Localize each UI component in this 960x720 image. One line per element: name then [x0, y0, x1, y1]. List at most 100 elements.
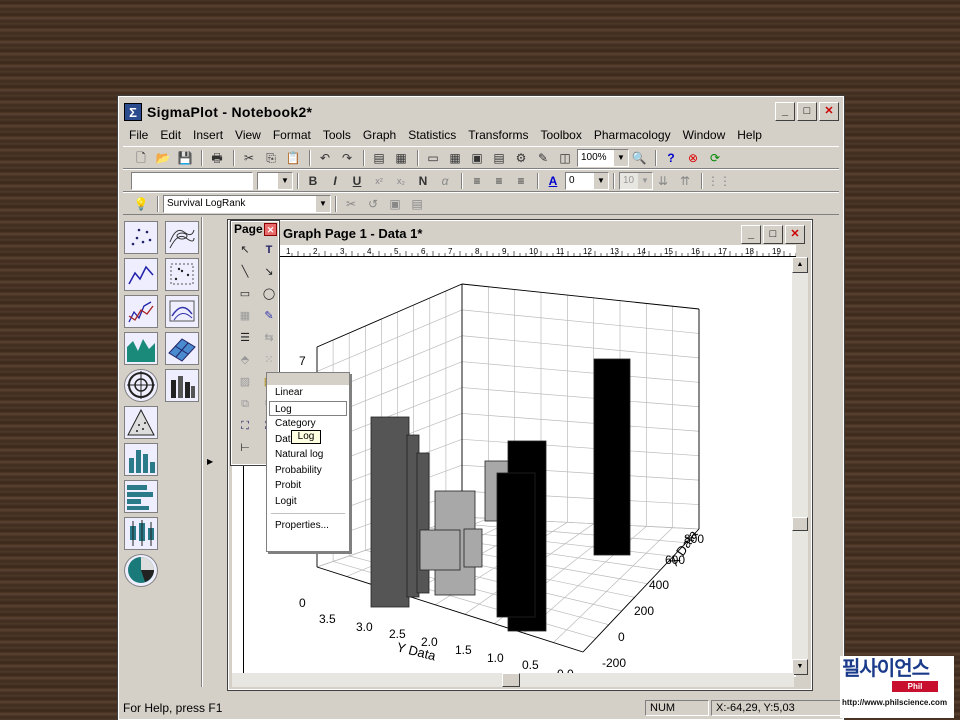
menu-item-natural-log[interactable]: Natural log — [267, 447, 349, 463]
subscript-icon[interactable]: x₂ — [391, 172, 411, 190]
menu-transforms[interactable]: Transforms — [462, 128, 534, 142]
horizontal-bar-icon[interactable] — [124, 480, 158, 513]
options-icon[interactable]: ▣ — [385, 195, 405, 213]
bulb-icon[interactable]: 💡 — [131, 195, 151, 213]
doc-minimize-button[interactable]: _ — [741, 225, 761, 244]
hatch-tool-icon[interactable]: ▨ — [234, 372, 256, 392]
align-tool-icon[interactable]: ⇆ — [258, 328, 280, 348]
maximize-button[interactable]: □ — [797, 102, 817, 121]
menu-window[interactable]: Window — [677, 128, 732, 142]
polar-plot-icon[interactable] — [124, 369, 158, 402]
chart-bars[interactable] — [370, 358, 631, 632]
scroll-down-icon[interactable]: ▼ — [792, 659, 808, 675]
text-tool-icon[interactable]: T — [258, 240, 280, 260]
bold-icon[interactable]: B — [303, 172, 323, 190]
stats-icon[interactable]: ▤ — [489, 149, 509, 167]
chevron-down-icon[interactable]: ▼ — [638, 172, 652, 189]
zoom-icon[interactable]: 🔍 — [629, 149, 649, 167]
ternary-plot-icon[interactable] — [124, 406, 158, 439]
grid-tool-icon[interactable]: ▦ — [234, 306, 256, 326]
layout-icon[interactable]: ◫ — [555, 149, 575, 167]
horizontal-scrollbar[interactable] — [232, 673, 794, 687]
graph-page-icon[interactable]: ▭ — [423, 149, 443, 167]
scissors-icon[interactable]: ✂ — [341, 195, 361, 213]
pie-chart-icon[interactable] — [124, 554, 158, 587]
line-style-icon[interactable]: ☰ — [234, 328, 256, 348]
undo-icon[interactable]: ↶ — [315, 149, 335, 167]
doc-close-button[interactable]: ✕ — [785, 225, 805, 244]
layer-tool-icon[interactable]: ⧉ — [234, 394, 256, 414]
chevron-down-icon[interactable]: ▼ — [278, 172, 292, 189]
menu-toolbox[interactable]: Toolbox — [534, 128, 587, 142]
text-color-icon[interactable]: A — [543, 172, 563, 190]
box-plot-icon[interactable] — [124, 517, 158, 550]
table-icon[interactable]: ▦ — [445, 149, 465, 167]
print-icon[interactable]: 🖶 — [207, 149, 227, 167]
chevron-right-icon[interactable]: ▶ — [207, 457, 213, 466]
superscript-icon[interactable]: x² — [369, 172, 389, 190]
menu-item-probit[interactable]: Probit — [267, 478, 349, 494]
line-plot-icon[interactable] — [124, 258, 158, 291]
resize-tool-icon[interactable]: ⛶ — [234, 416, 256, 436]
new-icon[interactable]: 🗋 — [131, 149, 151, 167]
vertical-scrollbar[interactable]: ▲ ▼ — [792, 257, 808, 675]
scroll-up-icon[interactable]: ▲ — [792, 257, 808, 273]
stop-icon[interactable]: ⊗ — [683, 149, 703, 167]
pen-tool-icon[interactable]: ✎ — [258, 306, 280, 326]
menu-item-linear[interactable]: Linear — [267, 385, 349, 401]
paste-icon[interactable]: 📋 — [283, 149, 303, 167]
menu-statistics[interactable]: Statistics — [402, 128, 462, 142]
pointer-icon[interactable]: ↖ — [234, 240, 256, 260]
scroll-thumb[interactable] — [792, 517, 808, 531]
hscroll-thumb[interactable] — [502, 673, 520, 687]
chevron-down-icon[interactable]: ▼ — [614, 149, 628, 166]
underline-icon[interactable]: U — [347, 172, 367, 190]
dist-icon[interactable]: ⇊ — [653, 172, 673, 190]
line-width-combo[interactable]: 0 ▼ — [565, 171, 609, 190]
doc-maximize-button[interactable]: □ — [763, 225, 783, 244]
transform-icon[interactable]: ⚙ — [511, 149, 531, 167]
mesh-plot-icon[interactable] — [165, 295, 199, 328]
normal-icon[interactable]: N — [413, 172, 433, 190]
menu-graph[interactable]: Graph — [357, 128, 402, 142]
chevron-down-icon[interactable]: ▼ — [594, 172, 608, 189]
align-right-icon[interactable]: ≡ — [511, 172, 531, 190]
menu-format[interactable]: Format — [267, 128, 317, 142]
vertical-bar-icon[interactable] — [124, 443, 158, 476]
italic-icon[interactable]: I — [325, 172, 345, 190]
menu-view[interactable]: View — [229, 128, 267, 142]
rerun-icon[interactable]: ↺ — [363, 195, 383, 213]
pattern-tool-icon[interactable]: ⁙ — [258, 350, 280, 370]
cut-icon[interactable]: ✂ — [239, 149, 259, 167]
grip-icon[interactable]: ⋮⋮ — [707, 172, 731, 190]
size-combo[interactable]: ▼ — [257, 171, 293, 190]
scatter-3d-icon[interactable] — [165, 258, 199, 291]
close-button[interactable]: ✕ — [819, 102, 839, 121]
help-icon[interactable]: ? — [661, 149, 681, 167]
align-center-icon[interactable]: ≡ — [489, 172, 509, 190]
arrow-tool-icon[interactable]: ↘ — [258, 262, 280, 282]
minimize-button[interactable]: _ — [775, 102, 795, 121]
greek-icon[interactable]: α — [435, 172, 455, 190]
save-icon[interactable]: 💾 — [175, 149, 195, 167]
palette-close-icon[interactable]: ✕ — [264, 223, 277, 236]
contour-plot-icon[interactable] — [165, 221, 199, 254]
report-icon[interactable]: ▣ — [467, 149, 487, 167]
analysis-combo[interactable]: Survival LogRank ▼ — [163, 194, 331, 213]
chevron-down-icon[interactable]: ▼ — [316, 195, 330, 212]
surface-plot-icon[interactable] — [165, 332, 199, 365]
axis-tool-icon[interactable]: ⊢ — [234, 438, 256, 458]
sigma-icon[interactable]: Σ — [124, 103, 142, 121]
line-scatter-icon[interactable] — [124, 295, 158, 328]
menu-item-properties[interactable]: Properties... — [267, 518, 349, 534]
align-left-icon[interactable]: ≡ — [467, 172, 487, 190]
refresh-icon[interactable]: ⟳ — [705, 149, 725, 167]
menu-tools[interactable]: Tools — [317, 128, 357, 142]
rectangle-tool-icon[interactable]: ▭ — [234, 284, 256, 304]
menu-edit[interactable]: Edit — [154, 128, 187, 142]
notebook-icon[interactable]: ▤ — [369, 149, 389, 167]
area-plot-icon[interactable] — [124, 332, 158, 365]
menu-help[interactable]: Help — [731, 128, 768, 142]
ellipse-tool-icon[interactable]: ◯ — [258, 284, 280, 304]
menu-item-log[interactable]: Log — [269, 400, 347, 416]
